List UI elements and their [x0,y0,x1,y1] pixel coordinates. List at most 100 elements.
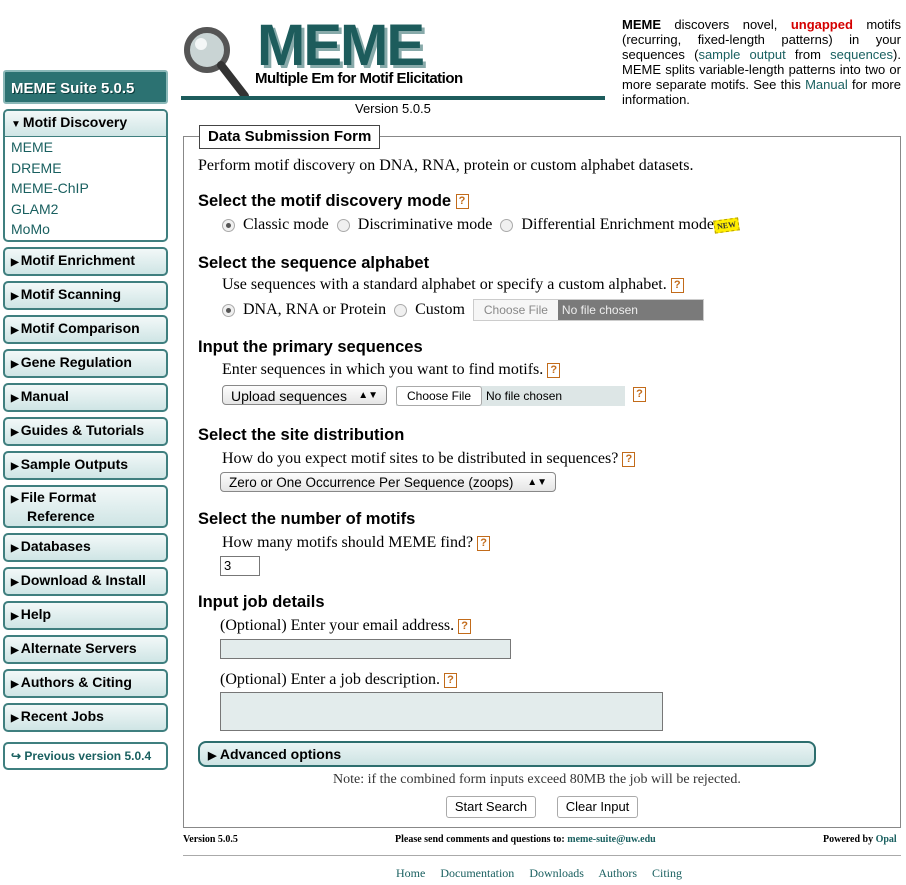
footer-powered: Powered by Opal [823,834,897,845]
sidebar-section-sample-outputs[interactable]: ▶ Sample Outputs [3,450,168,480]
choose-file-button[interactable]: Choose File [396,386,482,406]
sidebar-item-momo[interactable]: MoMo [5,219,166,240]
manual-link[interactable]: Manual [805,77,848,92]
sidebar-section-header: ▶ Download & Install [5,569,166,594]
nav-documentation[interactable]: Documentation [440,866,514,880]
footer-contact: Please send comments and questions to: m… [395,834,656,845]
select-arrows-icon: ▲▼ [527,477,547,488]
nmotifs-desc: How many motifs should MEME find? [222,534,474,551]
sidebar-section-header: ▶ Guides & Tutorials [5,419,166,444]
sidebar-item-glam2[interactable]: GLAM2 [5,199,166,220]
sidebar-section-header: ▶ Authors & Citing [5,671,166,696]
triangle-down-icon: ▼ [11,119,21,130]
sidebar-section-alternate-servers[interactable]: ▶ Alternate Servers [3,634,168,664]
sidebar-section-label: Motif Enrichment [20,251,136,268]
nav-downloads[interactable]: Downloads [529,866,584,880]
logo-subtitle: Multiple Em for Motif Elicitation [255,70,463,87]
triangle-right-icon: ▶ [11,712,19,724]
sidebar-section-authors[interactable]: ▶ Authors & Citing [3,668,168,698]
clear-input-button[interactable]: Clear Input [557,796,638,818]
sidebar-section-header[interactable]: ▼ Motif Discovery [5,111,166,137]
help-icon[interactable]: ? [622,451,636,467]
sidebar-section-header: ▶ Motif Scanning [5,283,166,308]
sidebar-section-header: ▶ Alternate Servers [5,637,166,662]
jobdesc-desc: (Optional) Enter a job description. [220,671,440,688]
sidebar-section-label: Manual [20,387,69,404]
form-legend: Data Submission Form [199,125,381,149]
radio-standard-alphabet[interactable] [222,303,235,317]
contact-email-link[interactable]: meme-suite@uw.edu [567,834,655,845]
sample-output-link[interactable]: sample output [698,47,785,62]
help-icon[interactable]: ? [455,194,469,210]
sidebar-item-meme[interactable]: MEME [5,137,166,158]
email-input[interactable] [220,639,511,659]
mode-title: Select the motif discovery mode [198,192,452,210]
triangle-right-icon: ▶ [11,290,19,302]
footer-contact-text: Please send comments and questions to: [395,834,568,845]
sidebar-section-file-format[interactable]: ▶ File Format Reference [3,484,168,528]
advanced-options-toggle[interactable]: ▶ Advanced options [198,741,816,767]
triangle-right-icon: ▶ [11,542,19,554]
site-distribution-select[interactable]: Zero or One Occurrence Per Sequence (zoo… [220,472,556,492]
alphabet-desc: Use sequences with a standard alphabet o… [222,276,667,293]
sidebar-section-motif-comparison[interactable]: ▶ Motif Comparison [3,314,168,344]
primary-title: Input the primary sequences [198,338,423,356]
sidebar-section-motif-enrichment[interactable]: ▶ Motif Enrichment [3,246,168,276]
help-icon[interactable]: ? [443,672,457,688]
upload-select-value: Upload sequences [231,388,347,404]
start-search-button[interactable]: Start Search [446,796,536,818]
nav-home[interactable]: Home [396,866,425,880]
sidebar-section-databases[interactable]: ▶ Databases [3,532,168,562]
mode-discriminative-label: Discriminative mode [357,216,493,233]
advanced-label: Advanced options [219,746,342,762]
triangle-right-icon: ▶ [11,576,19,588]
sidebar-section-guides[interactable]: ▶ Guides & Tutorials [3,416,168,446]
sidebar-section-motif-scanning[interactable]: ▶ Motif Scanning [3,280,168,310]
opal-link[interactable]: Opal [876,834,897,845]
dist-section-title: Select the site distribution [198,426,404,445]
sidebar-section-gene-regulation[interactable]: ▶ Gene Regulation [3,348,168,378]
jobdesc-desc-row: (Optional) Enter a job description. ? [220,671,457,689]
sidebar-item-dreme[interactable]: DREME [5,158,166,179]
triangle-right-icon: ▶ [11,493,19,505]
sidebar-item-meme-chip[interactable]: MEME-ChIP [5,178,166,199]
suite-title[interactable]: MEME Suite 5.0.5 [3,70,168,104]
no-file-text: No file chosen [557,300,703,320]
sidebar-section-label: Motif Comparison [20,319,140,336]
sidebar-section-header: ▶ Help [5,603,166,628]
radio-custom-alphabet[interactable] [394,303,408,317]
sidebar: MEME Suite 5.0.5 ▼ Motif Discovery MEME D… [3,70,168,770]
sidebar-section-header: ▶ Databases [5,535,166,560]
triangle-right-icon: ▶ [11,460,19,472]
help-icon[interactable]: ? [633,387,646,402]
dist-desc: How do you expect motif sites to be dist… [222,450,619,467]
upload-sequences-select[interactable]: Upload sequences ▲▼ [222,385,387,405]
radio-discriminative[interactable] [336,218,350,232]
triangle-right-icon: ▶ [11,426,19,438]
nmotifs-section-title: Select the number of motifs [198,510,415,529]
radio-classic[interactable] [222,218,235,232]
job-description-textarea[interactable] [220,692,663,731]
sidebar-section-help[interactable]: ▶ Help [3,600,168,630]
intro-part: from [785,47,831,62]
sidebar-sublist: MEME DREME MEME-ChIP GLAM2 MoMo [5,137,166,240]
triangle-right-icon: ▶ [11,392,19,404]
help-icon[interactable]: ? [477,535,491,551]
alphabet-std-label: DNA, RNA or Protein [243,301,387,318]
sidebar-section-manual[interactable]: ▶ Manual [3,382,168,412]
footer-version: Version 5.0.5 [183,834,238,845]
choose-file-button-disabled[interactable]: Choose File [473,300,558,320]
footer-nav: Home Documentation Downloads Authors Cit… [396,866,694,881]
sidebar-section-recent-jobs[interactable]: ▶ Recent Jobs [3,702,168,732]
nav-citing[interactable]: Citing [652,866,682,880]
previous-version-link[interactable]: ↪ Previous version 5.0.4 [3,741,168,770]
help-icon[interactable]: ? [670,277,684,293]
radio-differential[interactable] [500,218,514,232]
sidebar-section-download[interactable]: ▶ Download & Install [3,566,168,596]
nmotifs-input[interactable]: 3 [220,556,260,576]
sequences-link[interactable]: sequences [830,47,893,62]
help-icon[interactable]: ? [547,362,561,378]
logo-title: MEME [257,13,425,78]
help-icon[interactable]: ? [458,618,472,634]
nav-authors[interactable]: Authors [598,866,637,880]
